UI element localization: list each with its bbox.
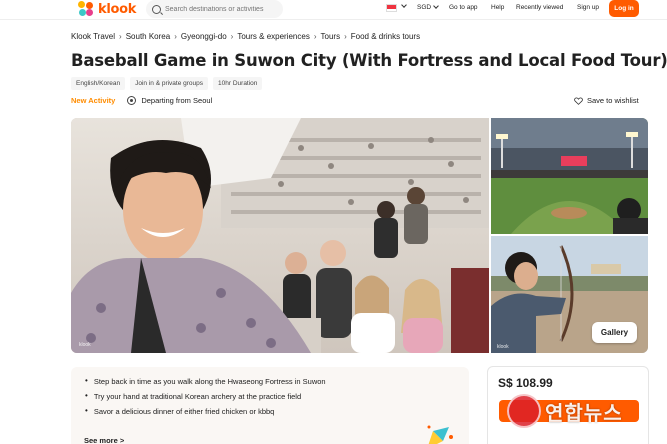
activity-tags: English/Korean Join in & private groups … (71, 77, 263, 90)
chevron-down-icon (433, 3, 439, 9)
stadium-field-image (491, 118, 648, 234)
search-bar[interactable] (146, 0, 283, 18)
tag-group-type: Join in & private groups (130, 77, 209, 90)
nav-recently-viewed[interactable]: Recently viewed (516, 4, 563, 11)
login-button[interactable]: Log in (609, 0, 639, 17)
nav-go-to-app[interactable]: Go to app (449, 4, 478, 11)
breadcrumb-item[interactable]: Food & drinks tours (351, 32, 420, 41)
gallery-button[interactable]: Gallery (592, 322, 637, 343)
search-input[interactable] (165, 5, 283, 13)
heart-icon (574, 97, 583, 105)
location-pin-icon (127, 96, 137, 105)
breadcrumb: Klook Travel › South Korea › Gyeonggi-do… (71, 32, 420, 41)
top-header: klook SGD Go to app Help Recently viewed… (0, 0, 667, 20)
klook-logo[interactable]: klook (78, 1, 136, 17)
wishlist-label: Save to wishlist (587, 96, 639, 105)
photo-watermark: klook (79, 342, 91, 348)
chevron-right-icon: › (174, 32, 177, 41)
breadcrumb-item[interactable]: Klook Travel (71, 32, 115, 41)
highlights-box: Step back in time as you walk along the … (71, 367, 469, 444)
breadcrumb-item[interactable]: Tours & experiences (237, 32, 309, 41)
highlight-item: Try your hand at traditional Korean arch… (85, 392, 455, 401)
currency-selector[interactable]: SGD (417, 3, 439, 11)
tag-language: English/Korean (71, 77, 126, 90)
see-more-link[interactable]: See more > (84, 436, 124, 444)
klook-logo-text: klook (98, 1, 137, 17)
main-gallery-photo[interactable]: klook (71, 118, 489, 353)
breadcrumb-item[interactable]: South Korea (126, 32, 170, 41)
language-chevron-down-icon[interactable] (399, 2, 407, 10)
gallery-thumbnail-stadium[interactable] (491, 118, 648, 234)
nav-sign-up[interactable]: Sign up (577, 4, 599, 11)
klook-logo-icon (78, 1, 94, 17)
breadcrumb-item[interactable]: Tours (321, 32, 341, 41)
highlight-item: Savor a delicious dinner of either fried… (85, 407, 455, 416)
page-title: Baseball Game in Suwon City (With Fortre… (71, 51, 667, 70)
search-icon (152, 4, 161, 14)
currency-label: SGD (417, 4, 432, 11)
save-to-wishlist-button[interactable]: Save to wishlist (574, 96, 639, 105)
photo-watermark: klook (497, 344, 509, 350)
singapore-flag-icon[interactable] (386, 4, 397, 12)
departing-location: Departing from Seoul (141, 96, 213, 105)
chevron-right-icon: › (230, 32, 234, 41)
chevron-right-icon: › (344, 32, 347, 41)
news-watermark-subtext: ⓒ연합뉴스 무단복제 (556, 425, 613, 431)
yonhap-logo-icon (507, 394, 541, 428)
new-activity-badge: New Activity (71, 96, 116, 105)
nav-help[interactable]: Help (491, 4, 504, 11)
breadcrumb-item[interactable]: Gyeonggi-do (181, 32, 227, 41)
chevron-right-icon: › (313, 32, 317, 41)
highlight-item: Step back in time as you walk along the … (85, 377, 455, 386)
stadium-selfie-image (71, 118, 489, 353)
activity-info-row: New Activity Departing from Seoul (71, 96, 212, 105)
tag-duration: 10hr Duration (213, 77, 263, 90)
sparkle-decoration-icon (427, 425, 453, 444)
price-value: S$ 108.99 (498, 376, 553, 390)
chevron-right-icon: › (119, 32, 122, 41)
